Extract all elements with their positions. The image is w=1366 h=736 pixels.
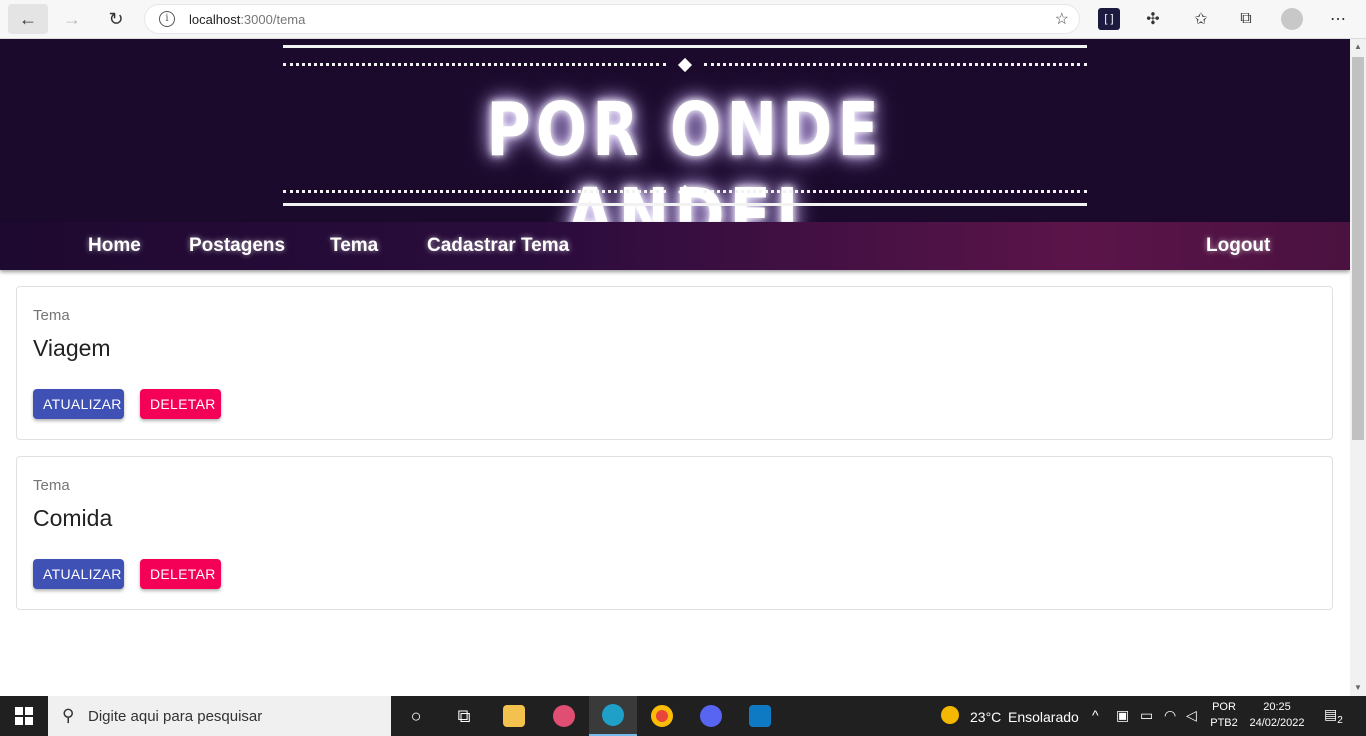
tema-card: Tema Comida ATUALIZAR DELETAR [16,456,1333,610]
clock-time[interactable]: 20:25 [1244,701,1310,713]
language-top[interactable]: POR [1210,701,1238,713]
nav-cadastrar-tema[interactable]: Cadastrar Tema [427,235,569,257]
collections-icon[interactable]: ⧉ [1235,8,1257,30]
tray-chevron-up-icon[interactable]: ^ [1092,707,1099,723]
nav-postagens[interactable]: Postagens [189,235,285,257]
tema-card: Tema Viagem ATUALIZAR DELETAR [16,286,1333,440]
search-icon: ⚲ [62,706,75,725]
main-nav: Home Postagens Tema Cadastrar Tema Logou… [0,222,1350,270]
windows-taskbar: ⚲ Digite aqui para pesquisar ○ ⧉ 23°C En… [0,696,1366,736]
file-explorer-icon[interactable] [490,696,538,736]
scrollbar-thumb[interactable] [1352,57,1364,440]
clock-date[interactable]: 24/02/2022 [1244,717,1310,729]
update-button[interactable]: ATUALIZAR [33,559,124,589]
chrome-icon[interactable] [638,696,686,736]
favorites-icon[interactable]: ✩ [1190,8,1212,30]
notification-count: 2 [1337,714,1343,726]
profile-avatar[interactable] [1281,8,1303,30]
banner-top-line [283,45,1087,48]
notifications-icon[interactable]: ▤2 [1324,706,1343,726]
vscode-icon[interactable] [736,696,784,736]
site-banner: POR ONDE ANDEI [0,39,1350,259]
battery-icon[interactable]: ▭ [1140,707,1153,724]
task-view-icon[interactable]: ⧉ [440,696,488,736]
start-button[interactable] [0,696,48,736]
taskbar-search[interactable]: ⚲ Digite aqui para pesquisar [48,696,391,736]
volume-icon[interactable]: ◁ [1186,707,1197,724]
cortana-icon[interactable]: ○ [392,696,440,736]
card-label: Tema [33,307,70,324]
discord-icon[interactable] [687,696,735,736]
banner-top-ornament [283,57,1087,72]
banner-bottom-line [283,203,1087,206]
scroll-down-icon[interactable]: ▼ [1350,680,1366,696]
weather-text[interactable]: Ensolarado [1008,709,1079,725]
language-bottom[interactable]: PTB2 [1210,717,1238,729]
extensions-puzzle-icon[interactable]: ✣ [1142,8,1164,30]
more-menu-icon[interactable]: ⋯ [1327,8,1349,30]
site-info-icon[interactable]: i [159,11,175,27]
wifi-icon[interactable]: ◠ [1164,707,1176,724]
edge-browser-icon[interactable] [589,696,637,736]
weather-sun-icon [941,706,959,724]
delete-button[interactable]: DELETAR [140,559,221,589]
card-tema-name: Comida [33,505,113,531]
card-label: Tema [33,477,70,494]
windows-logo-icon [15,707,33,725]
browser-toolbar: ← → ↻ i localhost:3000/tema ☆ [ ] ✣ ✩ ⧉ … [0,0,1366,39]
add-favorite-icon[interactable]: ☆ [1055,9,1069,29]
nav-home[interactable]: Home [88,235,141,257]
extension-icon[interactable]: [ ] [1098,8,1120,30]
card-tema-name: Viagem [33,335,111,361]
address-bar[interactable]: i localhost:3000/tema ☆ [144,4,1080,34]
snipping-tool-icon[interactable] [540,696,588,736]
reload-button[interactable]: ↻ [96,4,136,34]
forward-button[interactable]: → [52,4,92,34]
banner-bottom-ornament [283,184,1087,199]
scroll-up-icon[interactable]: ▲ [1350,39,1366,55]
nav-tema[interactable]: Tema [330,235,378,257]
url-text[interactable]: localhost:3000/tema [189,12,305,27]
weather-temp[interactable]: 23°C [970,709,1001,725]
delete-button[interactable]: DELETAR [140,389,221,419]
update-button[interactable]: ATUALIZAR [33,389,124,419]
back-button[interactable]: ← [8,4,48,34]
nav-logout[interactable]: Logout [1206,235,1270,257]
search-placeholder: Digite aqui para pesquisar [88,708,263,725]
page-scrollbar[interactable]: ▲ ▼ [1350,39,1366,696]
meet-now-icon[interactable]: ▣ [1116,707,1129,724]
